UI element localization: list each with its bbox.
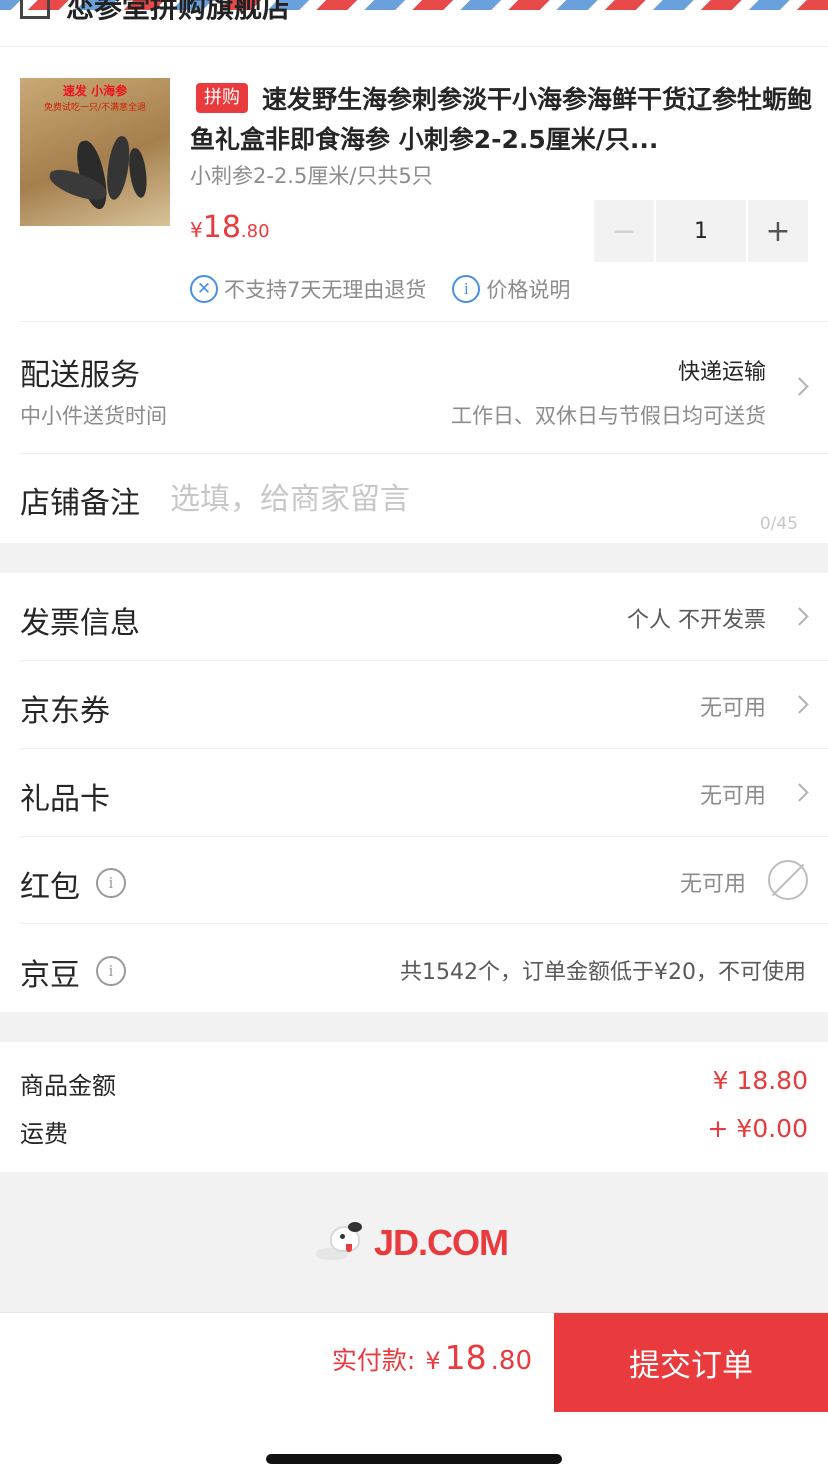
quantity-value[interactable]: 1	[656, 200, 746, 262]
red-packet-value: 无可用	[679, 872, 746, 897]
jd-coupon-value: 无可用	[699, 696, 766, 721]
remark-input[interactable]	[170, 474, 770, 524]
shop-header[interactable]: 恋参堂拼购旗舰店	[20, 0, 290, 26]
invoice-value: 个人 不开发票	[627, 608, 766, 633]
divider	[20, 660, 828, 661]
jd-coupon-label: 京东券	[20, 694, 110, 729]
divider	[20, 836, 828, 837]
product-notes: ✕ 不支持7天无理由退货 i 价格说明	[190, 274, 570, 304]
chevron-right-icon	[790, 695, 809, 714]
decrease-quantity-button[interactable]: −	[594, 200, 654, 262]
info-icon[interactable]: i	[96, 956, 126, 986]
divider	[20, 923, 828, 924]
total-payment: 实付款: ¥ 18 .80	[332, 1338, 532, 1377]
total-integer: 18	[444, 1338, 487, 1377]
total-decimal: .80	[490, 1346, 532, 1376]
freight-label: 运费	[20, 1120, 68, 1148]
disabled-icon	[768, 860, 808, 900]
price-decimal: .80	[240, 221, 270, 242]
price-integer: 18	[202, 210, 241, 245]
quantity-stepper: − 1 +	[594, 200, 808, 262]
delivery-subtitle: 中小件送货时间	[20, 404, 167, 428]
chevron-right-icon	[790, 607, 809, 626]
divider	[0, 46, 828, 47]
no-return-icon: ✕	[190, 275, 218, 303]
total-payment-label: 实付款:	[331, 1346, 416, 1375]
home-indicator	[266, 1454, 562, 1464]
shop-name: 恋参堂拼购旗舰店	[66, 0, 291, 24]
chevron-right-icon	[790, 377, 809, 396]
jd-logo: JD.COM	[312, 1222, 509, 1264]
product-image-subtext: 免费试吃一只/不满意全退	[43, 103, 147, 113]
info-icon: i	[452, 275, 481, 303]
section-gap	[0, 543, 828, 573]
section-gap	[0, 1012, 828, 1042]
delivery-title: 配送服务	[20, 358, 140, 393]
jd-beans-value: 共1542个，订单金额低于¥20，不可使用	[400, 960, 806, 985]
remark-label: 店铺备注	[20, 486, 140, 521]
goods-amount-label: 商品金额	[20, 1072, 116, 1100]
group-buy-badge: 拼购	[196, 83, 248, 113]
chevron-right-icon	[790, 783, 809, 802]
delivery-method: 快递运输	[677, 360, 766, 385]
product-price: ¥ 18 .80	[190, 210, 270, 245]
gift-card-label: 礼品卡	[20, 782, 110, 817]
freight-value: + ¥0.00	[707, 1114, 808, 1143]
divider	[20, 453, 828, 454]
goods-amount-value: ¥ 18.80	[712, 1066, 808, 1095]
no-return-text[interactable]: 不支持7天无理由退货	[224, 274, 426, 304]
product-title[interactable]: 速发野生海参刺参淡干小海参海鲜干货辽参牡蛎鲍鱼礼盒非即食海参 小刺参2-2.5厘…	[190, 80, 812, 160]
jd-logo-text: JD.COM	[374, 1222, 509, 1263]
divider	[20, 321, 828, 322]
info-icon[interactable]: i	[96, 868, 126, 898]
product-image[interactable]: 速发 小海参 免费试吃一只/不满意全退	[20, 78, 170, 226]
shop-icon	[20, 0, 50, 19]
price-info-link[interactable]: 价格说明	[486, 274, 570, 304]
divider	[20, 748, 828, 749]
invoice-label: 发票信息	[20, 606, 140, 641]
increase-quantity-button[interactable]: +	[748, 200, 808, 262]
product-spec: 小刺参2-2.5厘米/只共5只	[190, 164, 433, 188]
jd-dog-icon	[312, 1222, 366, 1264]
remark-counter: 0/45	[759, 514, 798, 534]
jd-beans-label: 京豆	[20, 958, 80, 993]
submit-order-button[interactable]: 提交订单	[554, 1313, 828, 1412]
red-packet-label: 红包	[20, 870, 80, 905]
price-currency: ¥	[190, 218, 203, 242]
total-currency: ¥	[425, 1347, 441, 1375]
delivery-schedule: 工作日、双休日与节假日均可送货	[451, 404, 766, 428]
gift-card-value: 无可用	[699, 784, 766, 809]
product-image-text: 速发 小海参	[62, 84, 128, 98]
